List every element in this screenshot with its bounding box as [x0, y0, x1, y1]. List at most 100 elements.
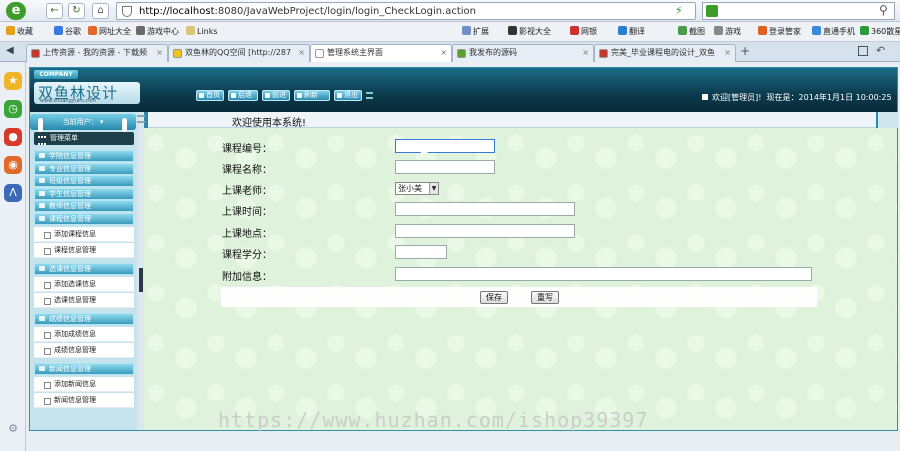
sidebar-item[interactable]: 选课信息管理	[34, 292, 134, 308]
page-title: 欢迎使用本系统!	[232, 118, 307, 129]
tab-close-icon[interactable]: ×	[156, 45, 163, 61]
collapse-handle[interactable]	[139, 268, 143, 292]
form-label: 上课老师：	[222, 186, 272, 197]
url-host: http://localhost	[139, 6, 215, 17]
current-user-bar: 当前用户： ▾	[30, 114, 136, 130]
nav-button[interactable]: 首页	[196, 90, 224, 101]
menu-lines-icon[interactable]	[366, 92, 373, 99]
browser-toolbar: e ← ↻ ⌂ http://localhost:8080/JavaWebPro…	[0, 0, 900, 22]
toolbar-item-label: 翻译	[629, 27, 645, 36]
toolbar-item-label: 直通手机	[823, 27, 855, 36]
tab-menu-icon[interactable]	[858, 46, 868, 56]
sidebar-group-header[interactable]: 班级信息管理	[34, 175, 134, 187]
sidebar-item[interactable]: 课程信息管理	[34, 242, 134, 258]
weibo-icon[interactable]: ●	[4, 128, 22, 146]
tab-strip: ◀ 上传资源 - 我的资源 - 下载频 × 双鱼林的QQ空间 [http://287…	[0, 42, 900, 62]
undo-icon[interactable]: ↶	[876, 44, 885, 57]
toolbar-item[interactable]: 扩展	[462, 26, 489, 37]
bookmark-item[interactable]: 谷歌	[54, 26, 81, 37]
nav-button[interactable]: 刷新	[294, 90, 330, 101]
bookmark-icon	[54, 26, 63, 35]
toolbar-item-label: 截图	[689, 27, 705, 36]
browser-logo-icon: e	[6, 2, 26, 20]
sidebar-item[interactable]: 成绩信息管理	[34, 342, 134, 358]
toolbar-item-icon	[714, 26, 723, 35]
bookmark-item[interactable]: 收藏	[6, 26, 33, 37]
favorites-icon[interactable]: ★	[4, 72, 22, 90]
reset-button[interactable]: 重写	[531, 291, 559, 304]
sidebar-group-header[interactable]: 专业信息管理	[34, 162, 134, 175]
tab-close-icon[interactable]: ×	[440, 45, 447, 61]
lightning-icon[interactable]: ⚡	[675, 4, 683, 17]
toolbar-item-icon	[860, 26, 869, 35]
toolbar-item[interactable]: 登录管家	[758, 26, 801, 37]
browser-tab[interactable]: 完美_毕业课程电的设计_双鱼 ×	[594, 44, 736, 62]
apps-icon[interactable]: Λ	[4, 184, 22, 202]
nav-button[interactable]: 退出	[334, 90, 362, 101]
toolbar-item[interactable]: 截图	[678, 26, 705, 37]
sidebar-group-header[interactable]: 学院信息管理	[34, 150, 134, 162]
toolbar-item-icon	[812, 26, 821, 35]
sidebar-group-header[interactable]: 教师信息管理	[34, 200, 134, 212]
bookmark-label: 收藏	[17, 27, 33, 36]
toolbar-item[interactable]: 游戏	[714, 26, 741, 37]
sidebar-item[interactable]: 新闻信息管理	[34, 392, 134, 408]
browser-tab[interactable]: 双鱼林的QQ空间 [http://287 ×	[168, 44, 310, 62]
form-input[interactable]	[395, 202, 575, 216]
refresh-icon[interactable]: ↻	[68, 3, 85, 19]
toolbar-item-icon	[570, 26, 579, 35]
sidebar-item[interactable]: 添加课程信息	[34, 226, 134, 242]
settings-icon[interactable]: ⚙	[4, 420, 22, 438]
search-input[interactable]: ⚲	[702, 2, 895, 20]
search-icon[interactable]: ⚲	[879, 3, 888, 17]
toolbar-item-label: 360散星日	[871, 27, 900, 36]
tab-label: 完美_毕业课程电的设计_双鱼	[611, 48, 715, 57]
bookmark-item[interactable]: Links	[186, 26, 218, 36]
form-input[interactable]	[395, 245, 447, 259]
url-bar[interactable]: http://localhost:8080/JavaWebProject/log…	[116, 2, 696, 20]
target-icon[interactable]: ◉	[4, 156, 22, 174]
search-engine-icon	[706, 5, 718, 17]
bookmarks-bar: 收藏 谷歌 网址大全 游戏中心 Links 扩展 影视大全 网银 翻译 截图 游戏 登录管家 直通手机…	[0, 22, 900, 42]
toolbar-item-icon	[678, 26, 687, 35]
chevron-down-icon: ▼	[429, 183, 438, 194]
teacher-select[interactable]: 张小美 ▼	[395, 182, 439, 195]
sidebar-group-header[interactable]: 新闻信息管理	[34, 362, 134, 375]
bookmark-item[interactable]: 游戏中心	[136, 26, 179, 37]
browser-tab[interactable]: 管理系统主界面 ×	[310, 44, 452, 62]
toolbar-item-label: 扩展	[473, 27, 489, 36]
tab-close-icon[interactable]: ×	[724, 45, 731, 61]
tab-close-icon[interactable]: ×	[582, 45, 589, 61]
toolbar-item[interactable]: 网银	[570, 26, 597, 37]
sidebar-group-header[interactable]: 成绩信息管理	[34, 312, 134, 325]
bookmark-item[interactable]: 网址大全	[88, 26, 131, 37]
sidebar-item[interactable]: 添加选课信息	[34, 276, 134, 292]
nav-button[interactable]: 前进	[262, 90, 290, 101]
sidebar-toggle-icon[interactable]: ◀	[6, 45, 14, 56]
toolbar-item[interactable]: 直通手机	[812, 26, 855, 37]
browser-tab[interactable]: 我发布的源码 ×	[452, 44, 594, 62]
toolbar-item-icon	[508, 26, 517, 35]
toolbar-item[interactable]: 影视大全	[508, 26, 551, 37]
toolbar-item[interactable]: 翻译	[618, 26, 645, 37]
tab-close-icon[interactable]: ×	[298, 45, 305, 61]
home-icon[interactable]: ⌂	[92, 3, 109, 19]
clock-icon[interactable]: ◷	[4, 100, 22, 118]
sidebar-group-header[interactable]: 学生信息管理	[34, 187, 134, 200]
new-tab-button[interactable]: +	[738, 45, 752, 59]
bookmark-icon	[186, 26, 195, 35]
bookmark-label: Links	[197, 27, 218, 36]
sidebar-item[interactable]: 添加成绩信息	[34, 326, 134, 342]
form-input[interactable]	[395, 139, 495, 153]
sidebar-group-header[interactable]: 选课信息管理	[34, 262, 134, 275]
back-icon[interactable]: ←	[46, 3, 63, 19]
browser-tab[interactable]: 上传资源 - 我的资源 - 下载频 ×	[26, 44, 168, 62]
nav-button[interactable]: 后退	[228, 90, 258, 101]
form-input[interactable]	[395, 267, 812, 281]
toolbar-item[interactable]: 360散星日	[860, 26, 900, 37]
save-button[interactable]: 保存	[480, 291, 508, 304]
form-input[interactable]	[395, 160, 495, 174]
form-input[interactable]	[395, 224, 575, 238]
sidebar-group-header[interactable]: 课程信息管理	[34, 212, 134, 225]
sidebar-item[interactable]: 添加新闻信息	[34, 376, 134, 392]
